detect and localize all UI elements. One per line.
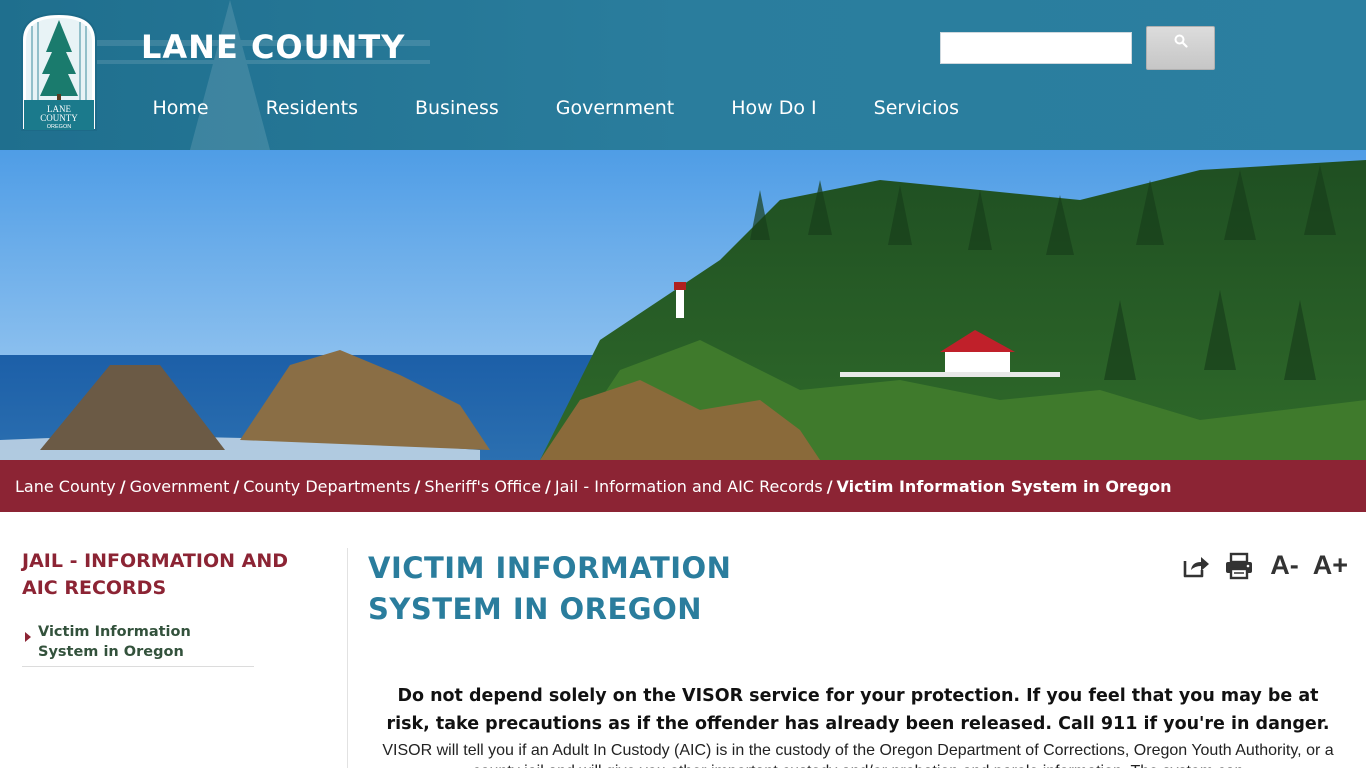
share-icon [1183,556,1210,577]
nav-item-residents[interactable]: Residents [237,92,386,124]
nav-item-business[interactable]: Business [386,92,527,124]
font-increase-button[interactable]: A+ [1313,550,1348,581]
search-input[interactable] [940,32,1132,64]
breadcrumb-item-jail-records[interactable]: Jail - Information and AIC Records [555,477,823,496]
tree-watermark-icon [90,0,430,150]
sidebar-item-label: Victim Information System in Oregon [38,624,191,660]
lane-county-logo[interactable]: LANE COUNTY OREGON [20,12,98,132]
breadcrumb-item-county-departments[interactable]: County Departments [243,477,410,496]
breadcrumb-separator: / [414,476,421,496]
breadcrumb-current: Victim Information System in Oregon [836,476,1172,496]
site-header: LANE COUNTY OREGON LANE COUNTY Home Resi… [0,0,1366,150]
breadcrumb-item-lane-county[interactable]: Lane County [15,477,116,496]
font-decrease-button[interactable]: A- [1270,550,1299,581]
nav-item-home[interactable]: Home [124,92,237,124]
breadcrumb-separator: / [233,476,240,496]
breadcrumb-separator: / [545,476,551,496]
page-title: VICTIM INFORMATION SYSTEM IN OREGON [368,551,732,626]
coastal-landscape-image [0,150,1366,460]
nav-item-government[interactable]: Government [527,92,703,124]
share-button[interactable] [1182,553,1210,579]
breadcrumb-separator: / [826,476,833,496]
sidebar-item-victim-information[interactable]: Victim Information System in Oregon [22,622,254,662]
site-title[interactable]: LANE COUNTY [141,28,405,66]
search-icon [1174,34,1188,48]
arrow-right-icon [25,632,31,642]
warning-text: Do not depend solely on the VISOR servic… [386,686,1330,734]
breadcrumb: Lane County / Government / County Depart… [0,460,1366,512]
nav-item-servicios[interactable]: Servicios [845,92,987,124]
logo-tree-icon: LANE COUNTY OREGON [21,12,97,131]
print-button[interactable] [1224,552,1254,580]
main-content: VICTIM INFORMATION SYSTEM IN OREGON A- A… [368,548,1348,768]
main-nav: Home Residents Business Government How D… [124,92,988,124]
page-tools: A- A+ [1182,550,1348,581]
breadcrumb-item-sheriffs-office[interactable]: Sheriff's Office [424,477,541,496]
sidebar-list: Victim Information System in Oregon [22,622,254,667]
sidebar-heading[interactable]: JAIL - INFORMATION AND AIC RECORDS [22,548,312,602]
print-icon [1226,552,1253,579]
breadcrumb-separator: / [119,476,126,496]
svg-text:OREGON: OREGON [47,124,71,130]
sidebar: JAIL - INFORMATION AND AIC RECORDS Victi… [22,548,348,667]
search-button[interactable] [1146,26,1215,70]
body-text: VISOR will tell you if an Adult In Custo… [382,742,1334,768]
nav-item-how-do-i[interactable]: How Do I [703,92,845,124]
breadcrumb-item-government[interactable]: Government [130,477,230,496]
svg-text:COUNTY: COUNTY [40,113,78,123]
hero-image [0,150,1366,460]
